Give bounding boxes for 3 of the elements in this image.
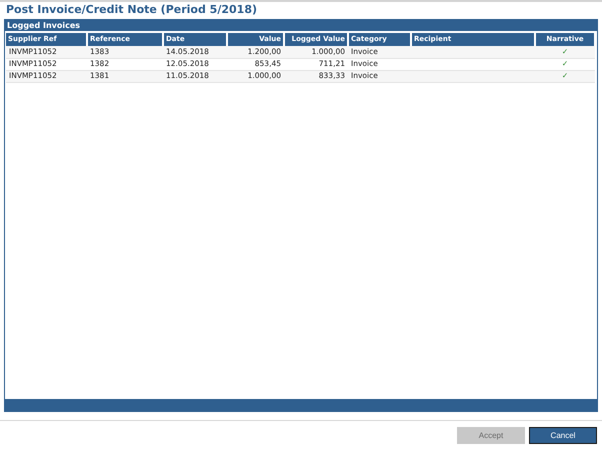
panel-title: Logged Invoices bbox=[7, 22, 80, 30]
dialog-button[interactable]: Cancel bbox=[529, 427, 597, 444]
window-title: Post Invoice/Credit Note (Period 5/2018) bbox=[6, 2, 257, 18]
